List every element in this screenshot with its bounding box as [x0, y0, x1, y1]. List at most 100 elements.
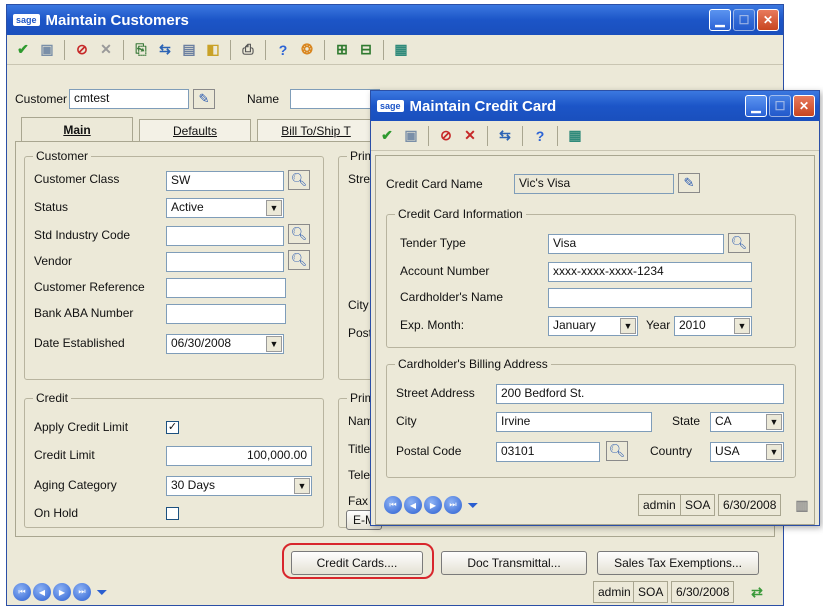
apply-credit-limit-label: Apply Credit Limit — [34, 420, 129, 434]
credit-card-name-input[interactable]: Vic's Visa — [514, 174, 674, 194]
delete-icon[interactable]: ✕ — [460, 126, 480, 146]
state-label: State — [672, 414, 701, 428]
previous-record-icon[interactable]: ◀ — [404, 496, 422, 514]
tab-defaults[interactable]: Defaults — [139, 119, 251, 141]
accept-icon[interactable]: ✔ — [377, 126, 397, 146]
aging-category-label: Aging Category — [34, 478, 117, 492]
customer-name-input[interactable] — [290, 89, 380, 109]
notes-icon[interactable]: ▤ — [179, 40, 199, 60]
sage-logo: sage — [13, 14, 40, 26]
customer-lookup-button[interactable]: ✎ — [193, 89, 215, 109]
maximize-button[interactable]: ☐ — [769, 95, 791, 117]
apply-credit-limit-checkbox[interactable]: ✓ — [166, 421, 179, 434]
next-record-icon[interactable]: ▶ — [424, 496, 442, 514]
cardholder-name-input[interactable] — [548, 288, 752, 308]
customer-reference-input[interactable] — [166, 278, 286, 298]
print-icon[interactable]: ⎙ — [238, 40, 258, 60]
chevron-down-icon[interactable]: ▼ — [734, 318, 750, 334]
minimize-button[interactable]: ▁ — [709, 9, 731, 31]
exp-month-value: January — [553, 318, 596, 332]
help-icon[interactable]: ? — [530, 126, 550, 146]
status-select[interactable]: Active ▼ — [166, 198, 284, 218]
previous-record-icon[interactable]: ◀ — [33, 583, 51, 601]
save-icon[interactable]: ▣ — [401, 126, 421, 146]
copy-icon[interactable]: ⎘ — [131, 40, 151, 60]
credit-card-toolbar: ✔ ▣ ⊘ ✕ ⇆ ? ▦ — [371, 121, 819, 151]
credit-group-title: Credit — [33, 391, 72, 405]
filter-icon[interactable]: ⏷ — [93, 583, 111, 601]
std-industry-lookup-button[interactable]: 🔍︎ — [288, 224, 310, 244]
memo-icon[interactable]: ◧ — [203, 40, 223, 60]
chevron-down-icon[interactable]: ▼ — [266, 200, 282, 216]
customer-maint-icon[interactable]: ⊞ — [332, 40, 352, 60]
credit-card-record-navigation: ⏮ ◀ ▶ ⏭ ⏷ — [384, 496, 482, 514]
status-user: admin — [593, 581, 636, 603]
bank-aba-number-input[interactable] — [166, 304, 286, 324]
year-label: Year — [646, 318, 671, 332]
chevron-down-icon[interactable]: ▼ — [620, 318, 636, 334]
close-button[interactable]: ✕ — [793, 95, 815, 117]
cancel-icon[interactable]: ⊘ — [436, 126, 456, 146]
customers-title-bar[interactable]: sage Maintain Customers ▁ ☐ ✕ — [7, 5, 783, 35]
fax-label: Fax — [348, 494, 369, 508]
date-established-input[interactable]: 06/30/2008 ▼ — [166, 334, 284, 354]
calculator-icon[interactable]: ▦ — [565, 126, 585, 146]
exp-year-select[interactable]: 2010 ▼ — [674, 316, 752, 336]
customer-number-input[interactable]: cmtest — [69, 89, 189, 109]
customer-class-lookup-button[interactable]: 🔍︎ — [288, 170, 310, 190]
maximize-button[interactable]: ☐ — [733, 9, 755, 31]
vendor-input[interactable] — [166, 252, 284, 272]
on-hold-checkbox[interactable] — [166, 507, 179, 520]
doc-transmittal-button[interactable]: Doc Transmittal... — [441, 551, 587, 575]
customer-class-input[interactable]: SW — [166, 171, 284, 191]
customer-reference-label: Customer Reference — [34, 280, 145, 294]
next-record-icon[interactable]: ▶ — [53, 583, 71, 601]
accept-icon[interactable]: ✔ — [13, 40, 33, 60]
chevron-down-icon[interactable]: ▼ — [766, 444, 782, 460]
country-select[interactable]: USA ▼ — [710, 442, 784, 462]
toolbar-separator — [522, 125, 523, 146]
toolbar-separator — [123, 39, 124, 60]
calculator-icon[interactable]: ▦ — [391, 40, 411, 60]
chevron-down-icon[interactable]: ▼ — [766, 414, 782, 430]
rename-icon[interactable]: ⇆ — [495, 126, 515, 146]
rename-icon[interactable]: ⇆ — [155, 40, 175, 60]
toolbar-separator — [487, 125, 488, 146]
std-industry-code-input[interactable] — [166, 226, 284, 246]
vendor-lookup-button[interactable]: 🔍︎ — [288, 250, 310, 270]
postal-code-input[interactable]: 03101 — [496, 442, 600, 462]
chevron-down-icon[interactable]: ▼ — [266, 336, 282, 352]
date-established-label: Date Established — [34, 336, 125, 350]
filter-icon[interactable]: ⏷ — [464, 496, 482, 514]
tender-type-lookup-button[interactable]: 🔍︎ — [728, 233, 750, 253]
web-icon[interactable]: ❂ — [297, 40, 317, 60]
tab-main[interactable]: Main — [21, 117, 133, 141]
first-record-icon[interactable]: ⏮ — [13, 583, 31, 601]
tender-type-input[interactable]: Visa — [548, 234, 724, 254]
minimize-button[interactable]: ▁ — [745, 95, 767, 117]
chevron-down-icon[interactable]: ▼ — [294, 478, 310, 494]
credit-card-name-lookup-button[interactable]: ✎ — [678, 173, 700, 193]
exp-month-select[interactable]: January ▼ — [548, 316, 638, 336]
save-icon[interactable]: ▣ — [37, 40, 57, 60]
account-number-input[interactable]: xxxx-xxxx-xxxx-1234 — [548, 262, 752, 282]
first-record-icon[interactable]: ⏮ — [384, 496, 402, 514]
last-record-icon[interactable]: ⏭ — [73, 583, 91, 601]
help-icon[interactable]: ? — [273, 40, 293, 60]
street-address-input[interactable]: 200 Bedford St. — [496, 384, 784, 404]
postal-code-lookup-button[interactable]: 🔍︎ — [606, 441, 628, 461]
customer-inquiry-icon[interactable]: ⊟ — [356, 40, 376, 60]
cancel-icon[interactable]: ⊘ — [72, 40, 92, 60]
credit-limit-input[interactable]: 100,000.00 — [166, 446, 312, 466]
state-select[interactable]: CA ▼ — [710, 412, 784, 432]
close-button[interactable]: ✕ — [757, 9, 779, 31]
tab-bill-to-ship-to[interactable]: Bill To/Ship T — [257, 119, 375, 141]
toolbar-separator — [265, 39, 266, 60]
toolbar-separator — [428, 125, 429, 146]
sales-tax-exemptions-button[interactable]: Sales Tax Exemptions... — [597, 551, 759, 575]
city-input[interactable]: Irvine — [496, 412, 652, 432]
aging-category-select[interactable]: 30 Days ▼ — [166, 476, 312, 496]
last-record-icon[interactable]: ⏭ — [444, 496, 462, 514]
credit-card-title-bar[interactable]: sage Maintain Credit Card ▁ ☐ ✕ — [371, 91, 819, 121]
delete-icon[interactable]: ✕ — [96, 40, 116, 60]
